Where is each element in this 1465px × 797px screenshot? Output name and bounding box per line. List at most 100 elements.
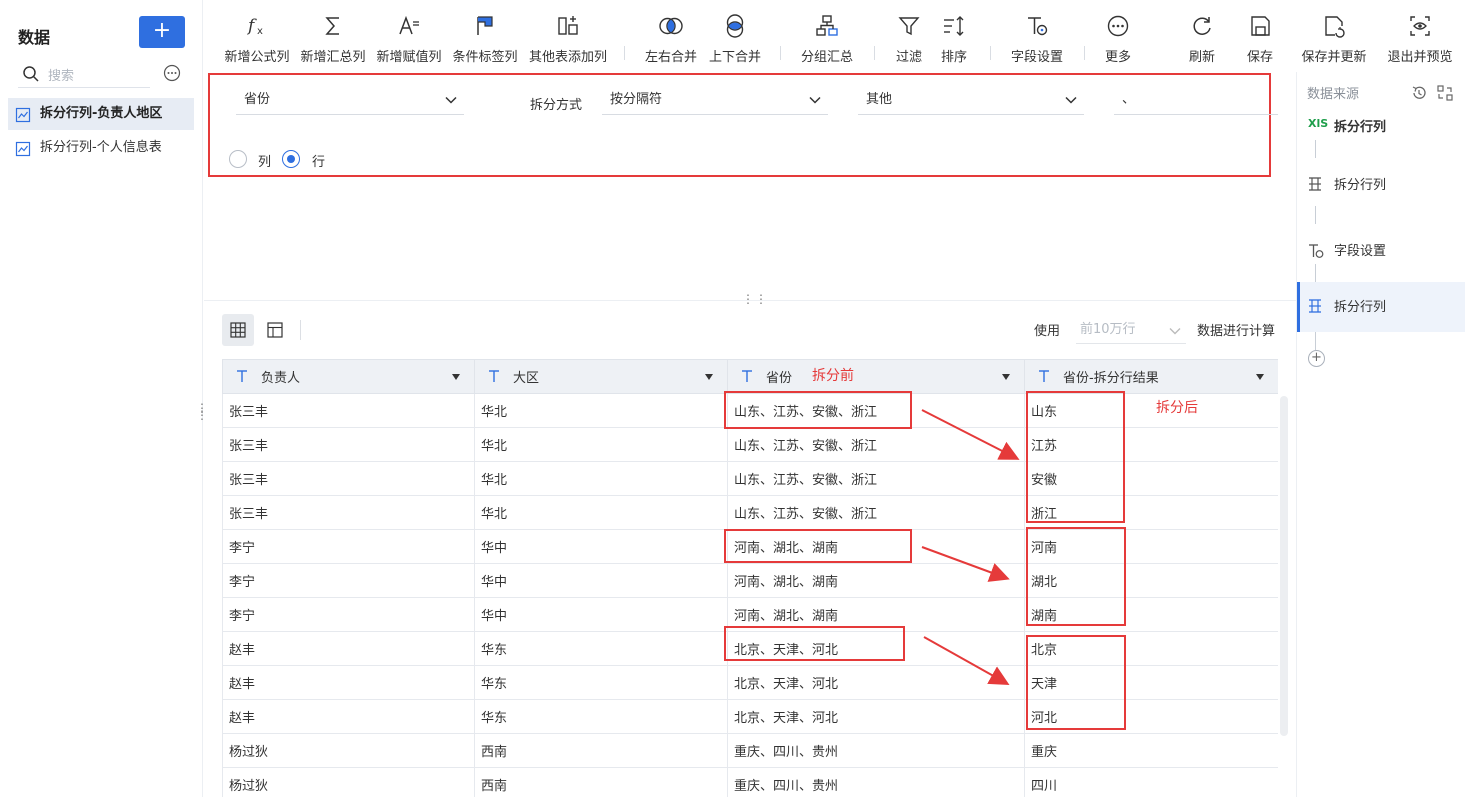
table-cell[interactable]: 北京、天津、河北 [727,699,1025,734]
column-header-province[interactable]: 省份 [727,359,1025,394]
exit-and-preview-button[interactable]: 退出并预览 [1384,12,1456,68]
sort-button[interactable]: 排序 [936,12,972,68]
add-formula-column-button[interactable]: fx 新增公式列 [222,12,292,68]
table-cell[interactable]: 山东、江苏、安徽、浙江 [727,461,1025,496]
table-cell[interactable]: 杨过狄 [222,733,475,768]
table-cell[interactable]: 山东、江苏、安徽、浙江 [727,427,1025,462]
layout-icon [267,322,283,338]
field-select[interactable]: 省份 [236,87,464,115]
table-cell[interactable]: 赵丰 [222,699,475,734]
sidebar-search-row: 搜索 [18,60,186,88]
assign-icon [399,15,419,35]
column-header-split-result[interactable]: 省份-拆分行结果 [1024,359,1278,394]
row-limit-select[interactable]: 前10万行 [1076,316,1186,344]
table-cell[interactable]: 李宁 [222,597,475,632]
table-cell[interactable]: 张三丰 [222,461,475,496]
table-cell[interactable]: 张三丰 [222,427,475,462]
column-menu-caret[interactable] [705,374,713,380]
table-cell[interactable]: 北京、天津、河北 [727,665,1025,700]
table-cell[interactable]: 重庆 [1024,733,1278,768]
condition-tag-column-button[interactable]: 条件标签列 [450,12,520,68]
column-menu-caret[interactable] [1002,374,1010,380]
svg-text:f: f [246,16,257,36]
more-options-icon[interactable] [163,64,181,82]
add-data-button[interactable]: + [139,16,185,48]
save-button[interactable]: 保存 [1242,12,1278,68]
radio-row[interactable] [282,150,300,168]
other-table-add-column-button[interactable]: 其他表添加列 [526,12,610,68]
column-menu-caret[interactable] [452,374,460,380]
merge-up-down-button[interactable]: 上下合并 [704,12,766,68]
table-cell[interactable]: 赵丰 [222,665,475,700]
search-input[interactable]: 搜索 [18,60,150,88]
table-cell[interactable]: 华北 [474,461,728,496]
more-button[interactable]: 更多 [1100,12,1136,68]
delimiter-type-select[interactable]: 其他 [858,87,1084,115]
dataset-icon [15,107,31,123]
table-cell[interactable]: 华北 [474,427,728,462]
table-cell[interactable]: 张三丰 [222,495,475,530]
step-label: 拆分行列 [1334,120,1387,135]
annotation-box [1026,527,1126,626]
field-settings-button[interactable]: 字段设置 [1004,12,1070,68]
history-icon[interactable] [1410,84,1428,102]
text-type-icon [237,370,247,382]
table-cell[interactable]: 华中 [474,529,728,564]
table-row[interactable]: 杨过狄 西南 重庆、四川、贵州 四川 [222,767,1278,797]
table-cell[interactable]: 赵丰 [222,631,475,666]
add-assign-column-button[interactable]: 新增赋值列 [374,12,444,68]
table-scrollbar[interactable] [1280,396,1288,736]
save-and-update-button[interactable]: 保存并更新 [1298,12,1370,68]
merge-left-right-button[interactable]: 左右合并 [640,12,702,68]
text-type-icon [489,370,499,382]
sidebar-item-split-region[interactable]: 拆分行列-负责人地区 [8,98,194,130]
table-cell[interactable]: 重庆、四川、贵州 [727,767,1025,797]
table-cell[interactable]: 河南、湖北、湖南 [727,563,1025,598]
field-settings-icon [1309,244,1324,258]
resize-handle[interactable]: ⋮⋮ [742,292,768,306]
radio-row-label: 行 [312,155,326,170]
table-row[interactable]: 杨过狄 西南 重庆、四川、贵州 重庆 [222,733,1278,768]
add-step-button[interactable]: + [1308,350,1325,367]
table-cell[interactable]: 华北 [474,393,728,428]
grid-view-tab[interactable] [222,314,254,346]
split-config-panel: 省份 拆分方式 按分隔符 其他 、 列 行 [208,73,1278,177]
column-header-region[interactable]: 大区 [474,359,728,394]
layout-view-tab[interactable] [259,314,291,346]
column-drag-handle[interactable]: ⋮ ⋮ [196,402,208,421]
step-source[interactable]: XlS 拆分行列 [1297,102,1465,152]
table-cell[interactable]: 华东 [474,631,728,666]
table-cell[interactable]: 华北 [474,495,728,530]
table-cell[interactable]: 四川 [1024,767,1278,797]
table-cell[interactable]: 李宁 [222,563,475,598]
table-cell[interactable]: 重庆、四川、贵州 [727,733,1025,768]
group-summary-button[interactable]: 分组汇总 [794,12,860,68]
step-connector [1315,140,1316,158]
layout-switch-icon[interactable] [1436,84,1454,102]
table-header-row: 负责人 大区 省份 省份-拆分行结果 [222,359,1278,394]
step-field-settings[interactable]: 字段设置 [1297,226,1465,276]
table-cell[interactable]: 张三丰 [222,393,475,428]
radio-column[interactable] [229,150,247,168]
refresh-button[interactable]: 刷新 [1184,12,1220,68]
column-menu-caret[interactable] [1256,374,1264,380]
table-cell[interactable]: 华东 [474,699,728,734]
step-split-2[interactable]: 拆分行列 [1297,282,1465,332]
table-cell[interactable]: 西南 [474,733,728,768]
table-cell[interactable]: 杨过狄 [222,767,475,797]
filter-button[interactable]: 过滤 [890,12,928,68]
step-connector [1315,332,1316,350]
delimiter-input[interactable]: 、 [1114,87,1278,115]
table-cell[interactable]: 西南 [474,767,728,797]
table-cell[interactable]: 华中 [474,597,728,632]
sidebar-item-split-personal[interactable]: 拆分行列-个人信息表 [8,132,194,164]
table-cell[interactable]: 山东、江苏、安徽、浙江 [727,495,1025,530]
split-method-select[interactable]: 按分隔符 [602,87,828,115]
table-cell[interactable]: 李宁 [222,529,475,564]
add-summary-column-button[interactable]: 新增汇总列 [298,12,368,68]
column-header-owner[interactable]: 负责人 [222,359,475,394]
table-cell[interactable]: 华中 [474,563,728,598]
merge-lr-icon [659,17,683,35]
table-cell[interactable]: 华东 [474,665,728,700]
step-split-1[interactable]: 拆分行列 [1297,160,1465,210]
